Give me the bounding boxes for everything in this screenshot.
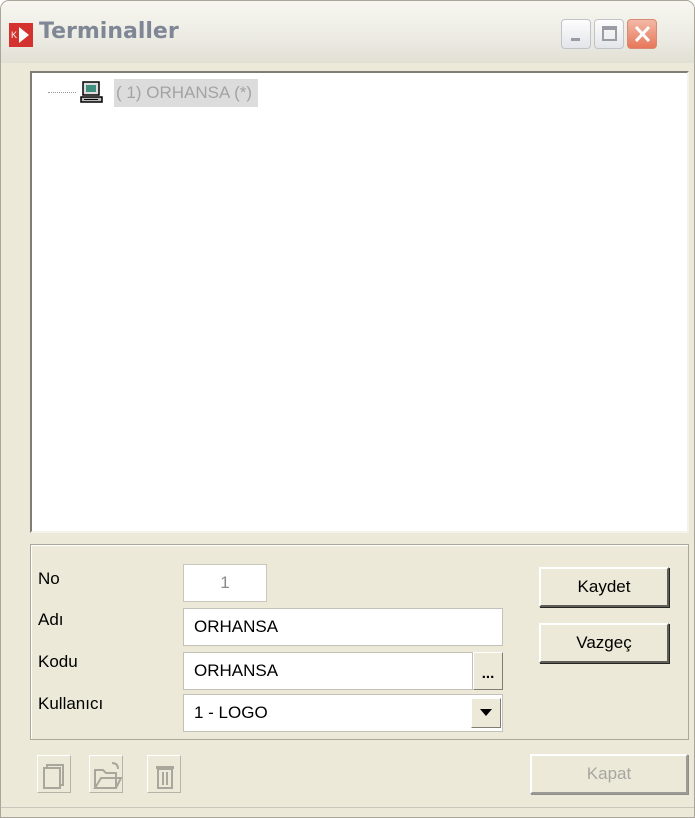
app-logo-icon: K: [9, 23, 33, 47]
minimize-button[interactable]: [561, 19, 591, 49]
no-field: 1: [183, 564, 267, 602]
adi-input[interactable]: ORHANSA: [183, 608, 503, 646]
terminaller-window: K Terminaller (1) ORHANSA (*) No 1 Adı …: [0, 0, 695, 818]
kullanici-label: Kullanıcı: [38, 694, 104, 713]
adi-label: Adı: [38, 610, 64, 629]
close-icon: [634, 25, 651, 43]
window-title: Terminaller: [39, 19, 179, 44]
kodu-input[interactable]: ORHANSA: [183, 652, 473, 690]
computer-icon: [80, 81, 103, 103]
delete-trash-icon: [156, 766, 174, 789]
new-record-button[interactable]: [37, 755, 71, 793]
save-button[interactable]: Kaydet: [539, 567, 669, 607]
cancel-button[interactable]: Vazgeç: [539, 623, 669, 663]
kodu-lookup-button[interactable]: ...: [473, 652, 503, 690]
open-folder-icon: [93, 762, 123, 789]
title-bar[interactable]: K Terminaller: [1, 1, 694, 63]
open-record-button[interactable]: [89, 755, 123, 793]
window-bottom-edge: [1, 807, 694, 808]
no-label: No: [38, 569, 60, 588]
minimize-icon: [571, 38, 580, 41]
tree-connector-line: [48, 92, 76, 93]
delete-record-button[interactable]: [147, 755, 181, 793]
new-document-icon: [43, 764, 64, 789]
kullanici-select[interactable]: 1 - LOGO: [183, 694, 503, 732]
kullanici-dropdown-button[interactable]: [471, 698, 501, 728]
kodu-label: Kodu: [38, 652, 78, 671]
chevron-down-icon: [480, 709, 492, 716]
terminal-tree-view[interactable]: ( 1) ORHANSA (*): [30, 71, 689, 533]
maximize-button[interactable]: [594, 19, 624, 49]
svg-text:K: K: [11, 30, 17, 40]
maximize-icon: [602, 26, 617, 41]
tree-item-label: ( 1) ORHANSA (*): [114, 79, 259, 107]
close-button[interactable]: Kapat: [530, 754, 688, 794]
close-window-button[interactable]: [627, 19, 657, 49]
